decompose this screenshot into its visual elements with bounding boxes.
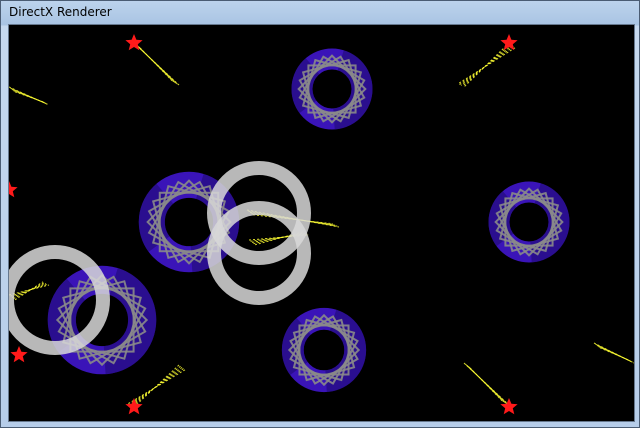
app-window: DirectX Renderer: [0, 0, 640, 428]
window-title: DirectX Renderer: [9, 5, 112, 19]
render-viewport[interactable]: [8, 24, 635, 422]
gear-ring: [488, 181, 570, 263]
gear-ring: [291, 48, 373, 130]
scene-canvas: [9, 25, 634, 421]
gear-ring: [281, 307, 367, 393]
title-bar[interactable]: DirectX Renderer: [1, 1, 639, 23]
